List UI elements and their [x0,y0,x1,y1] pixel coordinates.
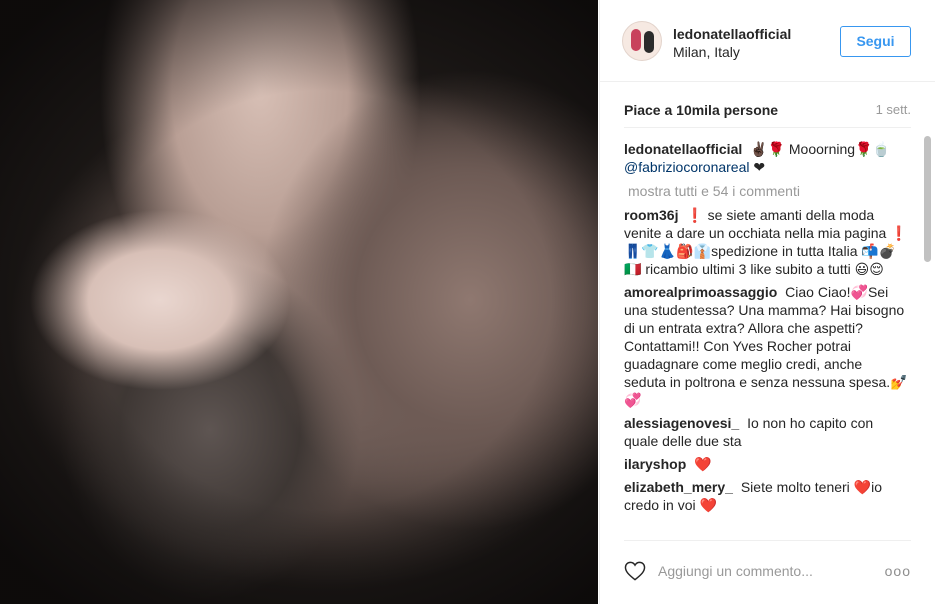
list-item: ilaryshop ❤️ [624,455,908,473]
comment-text: ❤️ [694,456,712,472]
heart-outline-icon[interactable] [624,561,646,581]
add-comment-input[interactable] [658,561,858,581]
more-options-icon[interactable]: ooo [885,563,911,579]
show-all-comments-link[interactable]: mostra tutti e 54 i commenti [628,182,908,200]
scrollbar-thumb[interactable] [924,136,931,262]
post-header: ledonatellaofficial Milan, Italy Segui [600,0,935,82]
location-link[interactable]: Milan, Italy [673,44,740,60]
list-item: room36j ❗ se siete amanti della moda ven… [624,206,908,278]
comment-username[interactable]: elizabeth_mery_ [624,479,733,495]
divider [624,127,911,128]
caption-text: ✌🏿🌹 Mooorning🌹🍵 [750,141,890,157]
list-item: amorealprimoassaggio Ciao Ciao!💞Sei una … [624,283,908,409]
avatar-figure-2 [644,31,654,53]
comment-username[interactable]: ilaryshop [624,456,686,472]
comment-text: Ciao Ciao!💞Sei una studentessa? Una mamm… [624,284,908,408]
caption-username[interactable]: ledonatellaofficial [624,141,742,157]
comments-scrollbar[interactable] [924,132,931,538]
comment-username[interactable]: room36j [624,207,678,223]
post-photo[interactable] [0,0,598,604]
photo-vignette [0,0,598,604]
comment-list[interactable]: ledonatellaofficial ✌🏿🌹 Mooorning🌹🍵 @fab… [624,140,908,538]
list-item: elizabeth_mery_ Siete molto teneri ❤️io … [624,478,908,514]
follow-button[interactable]: Segui [840,26,911,57]
avatar[interactable] [622,21,662,61]
caption-mention[interactable]: @fabriziocoronareal [624,159,750,175]
post-side-panel: ledonatellaofficial Milan, Italy Segui P… [599,0,935,604]
avatar-figure-1 [631,29,641,51]
username-link[interactable]: ledonatellaofficial [673,26,791,42]
caption: ledonatellaofficial ✌🏿🌹 Mooorning🌹🍵 @fab… [624,140,908,176]
post-time[interactable]: 1 sett. [876,102,911,117]
list-item: alessiagenovesi_ Io non ho capito con qu… [624,414,908,450]
comment-bar: ooo [624,540,911,602]
caption-suffix: ❤ [753,159,766,175]
comment-username[interactable]: amorealprimoassaggio [624,284,777,300]
likes-count[interactable]: Piace a 10mila persone [624,102,778,118]
comment-username[interactable]: alessiagenovesi_ [624,415,739,431]
